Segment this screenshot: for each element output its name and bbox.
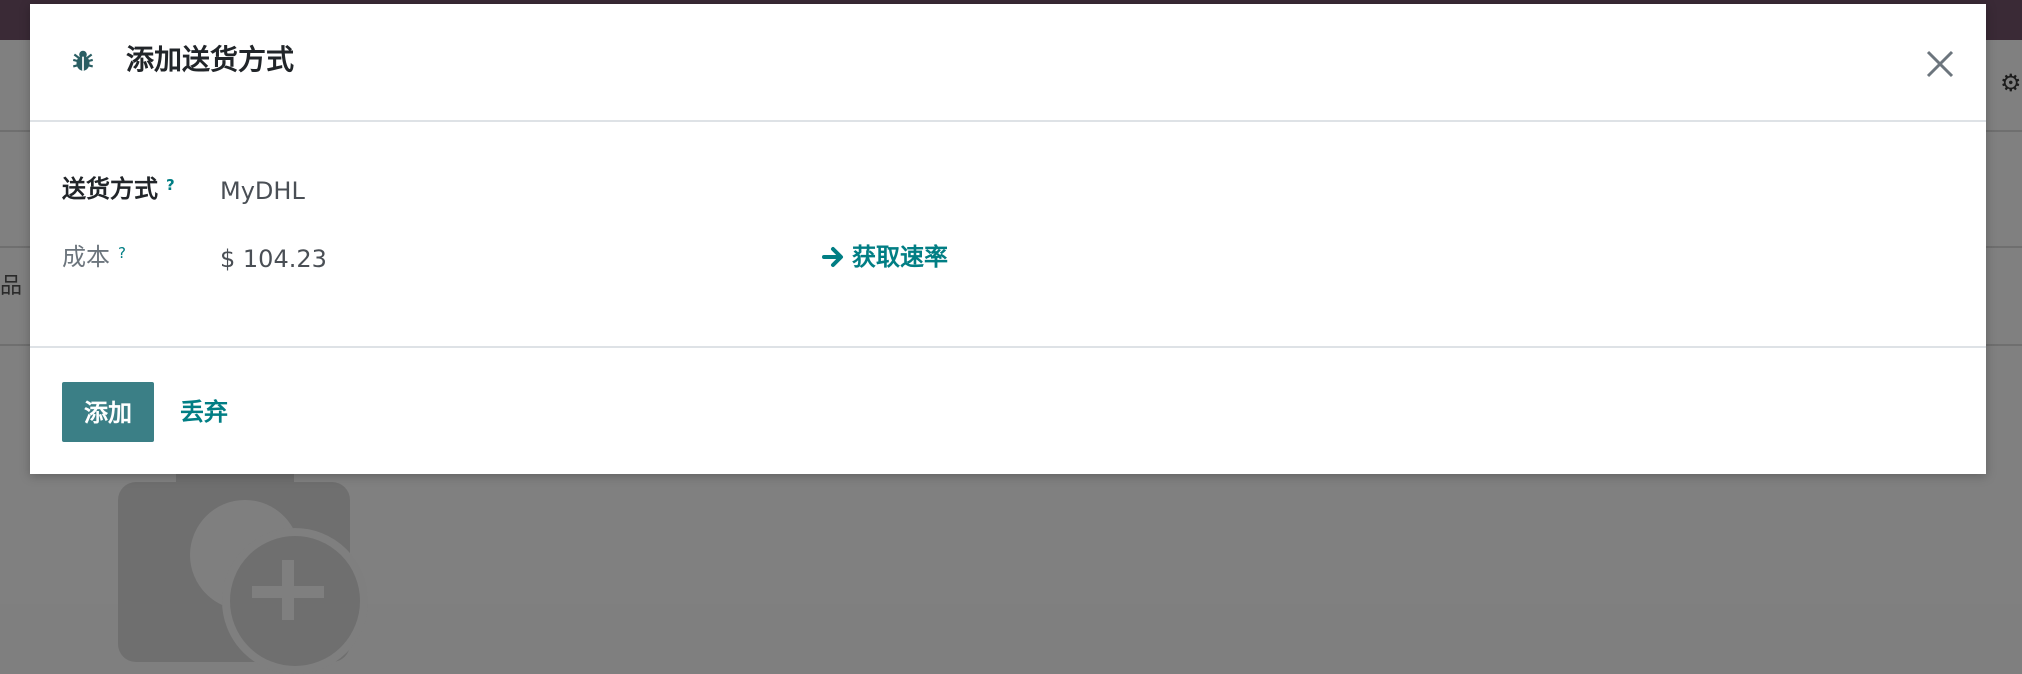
carrier-label-text: 送货方式	[62, 175, 158, 203]
cost-value: $ 104.23	[220, 245, 327, 273]
get-rate-label: 获取速率	[852, 243, 948, 271]
dialog-title: 添加送货方式	[126, 43, 295, 76]
arrow-right-icon	[822, 247, 843, 267]
carrier-help-tooltip[interactable]: ?	[166, 176, 175, 194]
cost-label: 成本?	[62, 240, 126, 274]
discard-button[interactable]: 丢弃	[180, 382, 228, 442]
add-shipping-method-dialog: 添加送货方式 送货方式? MyDHL 成本? $ 104.23 获取速率 添加 …	[30, 4, 1986, 474]
cost-help-tooltip[interactable]: ?	[118, 244, 126, 262]
image-placeholder-add-circle	[222, 528, 368, 674]
plus-icon	[252, 586, 324, 598]
background-text-fragment: 品	[0, 274, 23, 299]
carrier-label: 送货方式?	[62, 172, 175, 206]
carrier-value[interactable]: MyDHL	[220, 174, 305, 208]
bug-icon	[72, 50, 94, 71]
cost-label-text: 成本	[62, 243, 110, 271]
get-rate-button[interactable]: 获取速率	[822, 240, 948, 274]
dialog-footer: 添加 丢弃	[30, 346, 1986, 476]
gear-icon: ⚙	[2000, 69, 2022, 97]
add-button[interactable]: 添加	[62, 382, 154, 442]
close-icon[interactable]	[1922, 46, 1958, 82]
dialog-body: 送货方式? MyDHL 成本? $ 104.23 获取速率	[30, 122, 1986, 350]
dialog-header: 添加送货方式	[30, 4, 1986, 122]
